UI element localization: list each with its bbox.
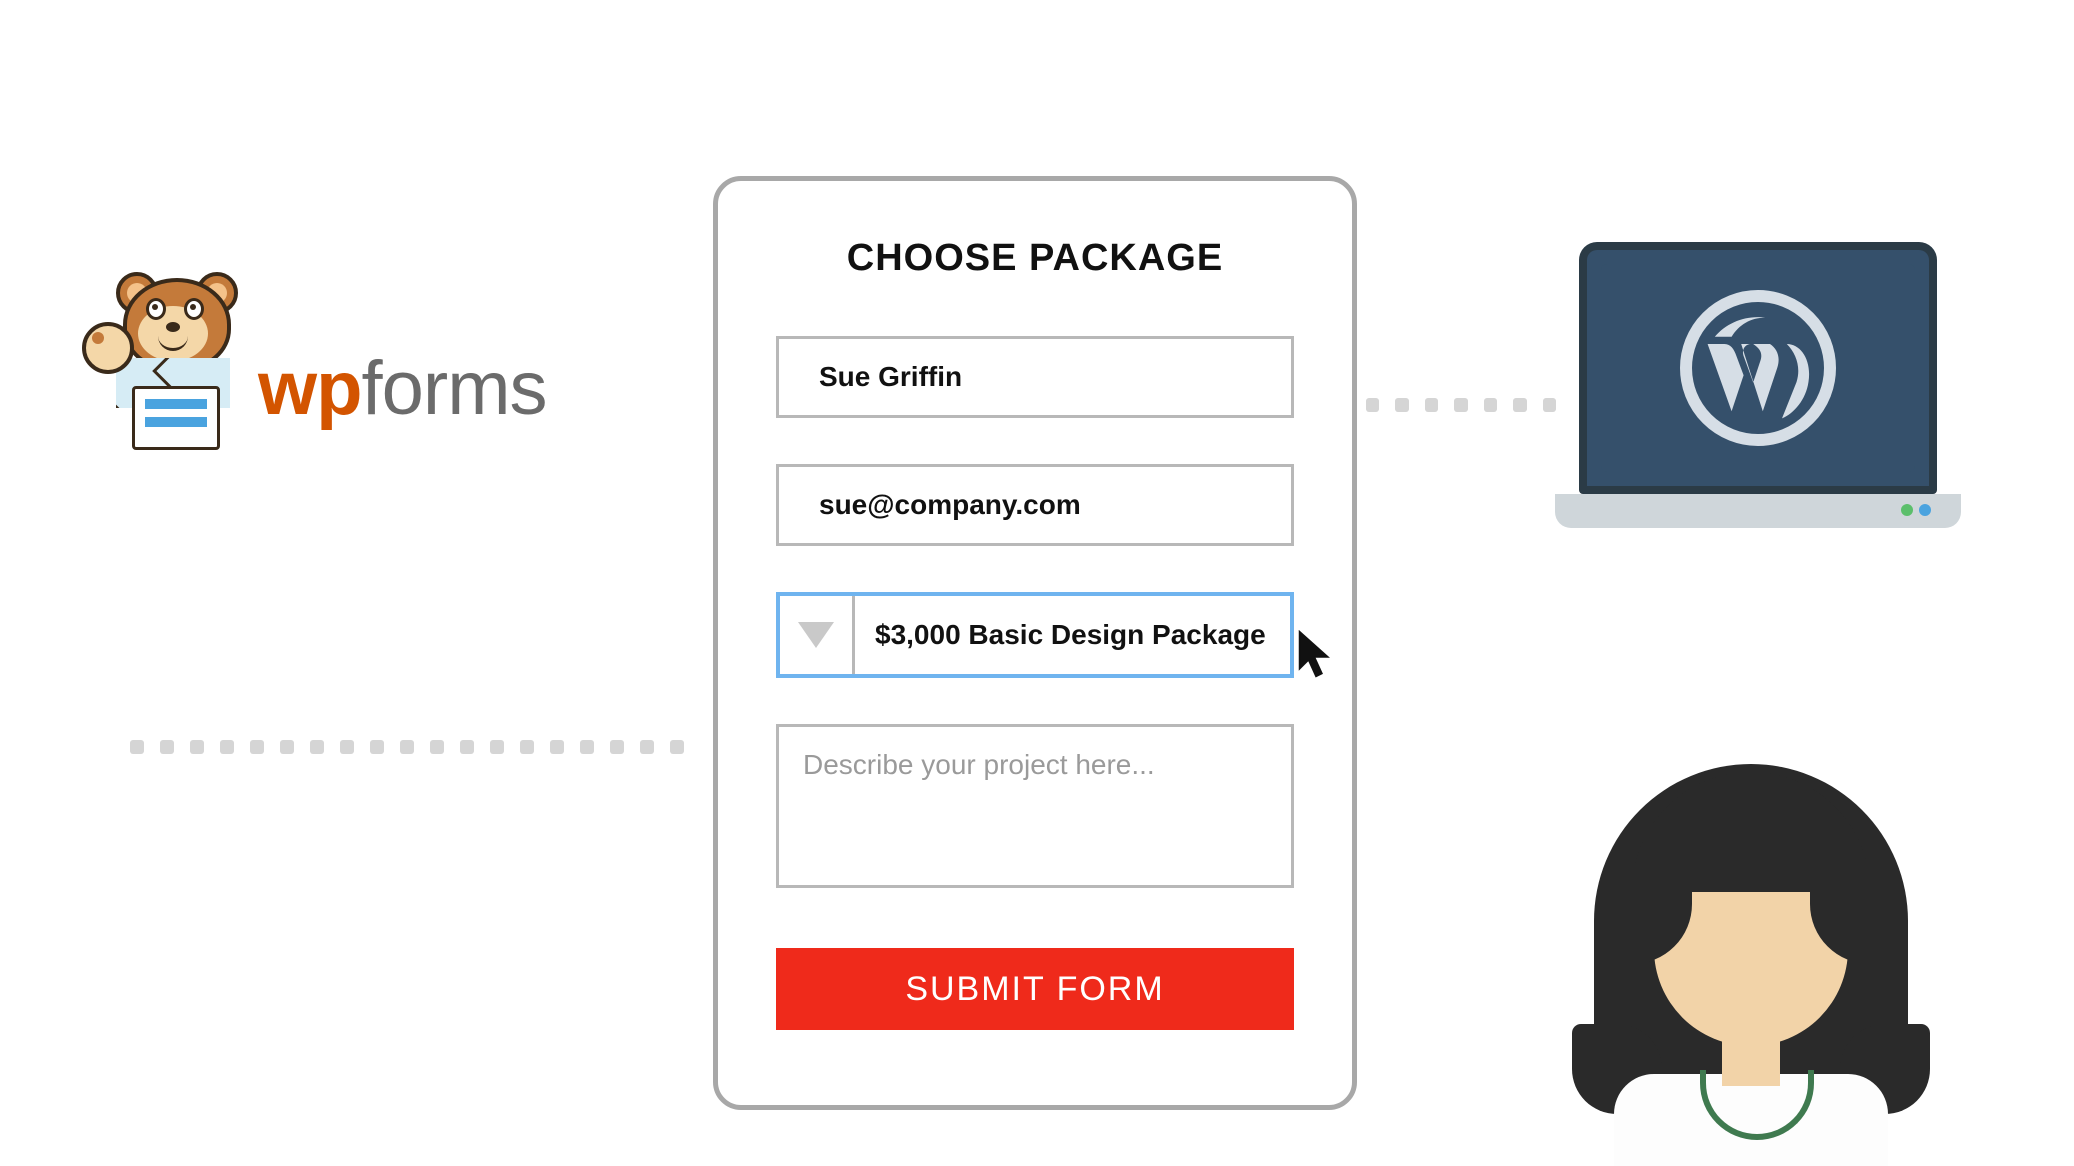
wordpress-logo-icon <box>1680 290 1836 446</box>
woman-avatar-icon <box>1536 744 1966 1166</box>
connector-dots-right <box>1366 398 1556 412</box>
package-dropdown[interactable]: $3,000 Basic Design Package <box>776 592 1294 678</box>
wpforms-logo: wpforms <box>88 318 547 458</box>
cursor-icon <box>1298 630 1334 678</box>
package-selected-label: $3,000 Basic Design Package <box>855 596 1290 674</box>
laptop-illustration <box>1555 242 1961 538</box>
chevron-down-icon <box>798 622 834 648</box>
wpforms-bear-icon <box>88 278 248 458</box>
dropdown-toggle[interactable] <box>780 596 855 674</box>
form-title: CHOOSE PACKAGE <box>776 237 1294 280</box>
name-value: Sue Griffin <box>819 361 962 393</box>
logo-text-wp: wp <box>258 346 362 431</box>
package-form-card: CHOOSE PACKAGE Sue Griffin sue@company.c… <box>713 176 1357 1110</box>
connector-dots-left <box>130 740 690 754</box>
description-textarea[interactable]: Describe your project here... <box>776 724 1294 888</box>
submit-button[interactable]: SUBMIT FORM <box>776 948 1294 1030</box>
email-value: sue@company.com <box>819 489 1081 521</box>
wpforms-wordmark: wpforms <box>258 345 547 432</box>
logo-text-forms: forms <box>362 346 547 431</box>
email-field[interactable]: sue@company.com <box>776 464 1294 546</box>
description-placeholder: Describe your project here... <box>803 749 1155 780</box>
name-field[interactable]: Sue Griffin <box>776 336 1294 418</box>
